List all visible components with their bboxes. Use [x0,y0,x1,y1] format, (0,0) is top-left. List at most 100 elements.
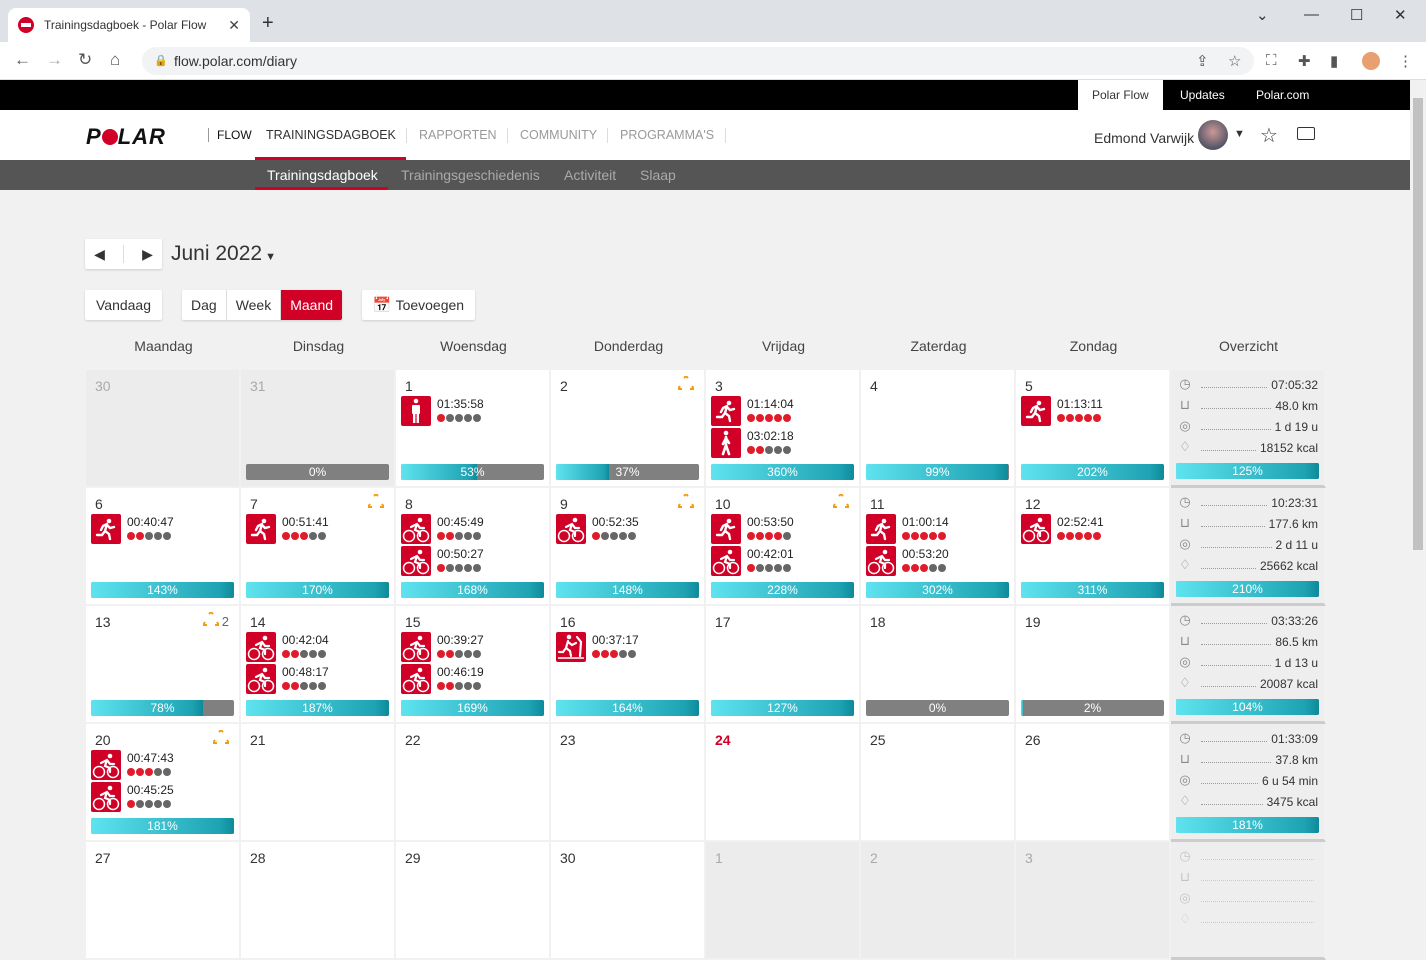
bookmark-star-icon[interactable]: ☆ [1228,52,1241,70]
menu-icon[interactable]: ⋮ [1398,52,1413,70]
forward-icon[interactable]: → [46,50,63,70]
training-session[interactable]: 00:45:49 [401,514,484,546]
close-tab-icon[interactable]: ✕ [228,17,240,34]
day-cell[interactable]: 14 00:42:04 00:48:17 187% [241,606,396,724]
day-cell[interactable]: 22 [396,724,551,842]
training-session[interactable]: 00:51:41 [246,514,329,546]
subnav-activiteit[interactable]: Activiteit [564,167,616,183]
polar-logo[interactable]: P LAR [86,124,166,150]
day-cell[interactable]: 27 [86,842,241,960]
warning-icon[interactable] [831,492,851,511]
day-cell[interactable]: 17 127% [706,606,861,724]
day-cell[interactable]: 21 [241,724,396,842]
top-link-polar-flow[interactable]: Polar Flow [1078,80,1163,110]
training-session[interactable]: 00:47:43 [91,750,174,782]
day-cell[interactable]: 23 [551,724,706,842]
day-cell[interactable]: 2 37% [551,370,706,488]
user-name[interactable]: Edmond Varwijk [1094,130,1194,146]
day-cell[interactable]: 29 [396,842,551,960]
training-session[interactable]: 00:50:27 [401,546,484,578]
user-menu-chevron-icon[interactable]: ▼ [1234,128,1245,140]
subnav-slaap[interactable]: Slaap [640,167,676,183]
nav-rapporten[interactable]: RAPPORTEN [419,128,497,142]
day-cell[interactable]: 1 01:35:58 53% [396,370,551,488]
today-button[interactable]: Vandaag [85,290,162,320]
day-cell[interactable]: 25 [861,724,1016,842]
back-icon[interactable]: ← [14,50,31,70]
day-cell[interactable]: 10 00:53:50 00:42:01 228% [706,488,861,606]
nav-trainingsdagboek[interactable]: TRAININGSDAGBOEK [266,128,396,142]
day-cell[interactable]: 8 00:45:49 00:50:27 168% [396,488,551,606]
training-session[interactable]: 00:42:04 [246,632,329,664]
home-icon[interactable]: ⌂ [110,50,120,70]
training-session[interactable]: 00:42:01 [711,546,794,578]
warning-icon[interactable] [676,374,696,393]
view-week[interactable]: Week [226,290,282,320]
day-cell[interactable]: 13 2 78% [86,606,241,724]
next-month-icon[interactable]: ▶ [142,246,153,263]
training-session[interactable]: 00:45:25 [91,782,174,814]
training-session[interactable]: 02:52:41 [1021,514,1104,546]
warning-icon[interactable] [211,728,231,747]
day-cell[interactable]: 2 [861,842,1016,960]
add-button[interactable]: 📅 Toevoegen [362,290,475,320]
nav-programmas[interactable]: PROGRAMMA'S [620,128,714,142]
share-icon[interactable]: ⇪ [1196,52,1209,70]
training-session[interactable]: 00:53:50 [711,514,794,546]
subnav-trainingsdagboek[interactable]: Trainingsdagboek [267,167,378,183]
day-cell[interactable]: 5 01:13:11 202% [1016,370,1171,488]
messages-icon[interactable] [1297,127,1315,140]
url-input[interactable]: 🔒 flow.polar.com/diary [142,47,1254,75]
training-session[interactable]: 00:40:47 [91,514,174,546]
maximize-icon[interactable]: ☐ [1350,6,1363,24]
training-session[interactable]: 01:13:11 [1021,396,1103,428]
scrollbar[interactable] [1410,80,1426,893]
training-session[interactable]: 03:02:18 [711,428,794,460]
prev-month-icon[interactable]: ◀ [94,246,105,263]
day-cell[interactable]: 6 00:40:47 143% [86,488,241,606]
warning-icon[interactable] [366,492,386,511]
day-cell[interactable]: 3 [1016,842,1171,960]
training-session[interactable]: 01:00:14 [866,514,949,546]
day-cell[interactable]: 18 0% [861,606,1016,724]
day-cell[interactable]: 28 [241,842,396,960]
day-cell[interactable]: 16 00:37:17 164% [551,606,706,724]
day-cell[interactable]: 4 99% [861,370,1016,488]
training-session[interactable]: 00:53:20 [866,546,949,578]
nav-community[interactable]: COMMUNITY [520,128,597,142]
day-cell[interactable]: 30 [551,842,706,960]
screenshot-icon[interactable]: ⛶ [1266,52,1277,69]
training-session[interactable]: 01:35:58 [401,396,484,428]
day-cell[interactable]: 26 [1016,724,1171,842]
day-cell[interactable]: 20 00:47:43 00:45:25 181% [86,724,241,842]
training-session[interactable]: 00:46:19 [401,664,484,696]
tab-search-icon[interactable]: ⌄ [1256,6,1269,24]
day-cell[interactable]: 15 00:39:27 00:46:19 169% [396,606,551,724]
close-window-icon[interactable]: ✕ [1394,6,1407,24]
day-cell[interactable]: 19 2% [1016,606,1171,724]
top-link-updates[interactable]: Updates [1166,80,1239,110]
training-session[interactable]: 01:14:04 [711,396,794,428]
favorites-star-icon[interactable]: ☆ [1260,123,1278,148]
avatar[interactable] [1198,120,1228,150]
training-session[interactable]: 00:52:35 [556,514,639,546]
extensions-icon[interactable]: ✚ [1298,52,1311,70]
warning-icon[interactable]: 2 [200,610,229,629]
training-session[interactable]: 00:48:17 [246,664,329,696]
day-cell[interactable]: 30 [86,370,241,488]
profile-avatar-icon[interactable] [1362,52,1380,70]
day-cell[interactable]: 9 00:52:35 148% [551,488,706,606]
day-cell[interactable]: 12 02:52:41 311% [1016,488,1171,606]
day-cell[interactable]: 31 0% [241,370,396,488]
training-session[interactable]: 00:37:17 [556,632,639,664]
month-selector[interactable]: Juni 2022 ▼ [171,242,276,266]
subnav-trainingsgeschiedenis[interactable]: Trainingsgeschiedenis [401,167,540,183]
minimize-icon[interactable]: — [1304,6,1319,23]
warning-icon[interactable] [676,492,696,511]
day-cell[interactable]: 3 01:14:04 03:02:18 360% [706,370,861,488]
training-session[interactable]: 00:39:27 [401,632,484,664]
new-tab-icon[interactable]: + [262,12,274,35]
day-cell[interactable]: 7 00:51:41 170% [241,488,396,606]
sidepanel-icon[interactable]: ▮ [1330,52,1338,70]
view-day[interactable]: Dag [182,290,227,320]
